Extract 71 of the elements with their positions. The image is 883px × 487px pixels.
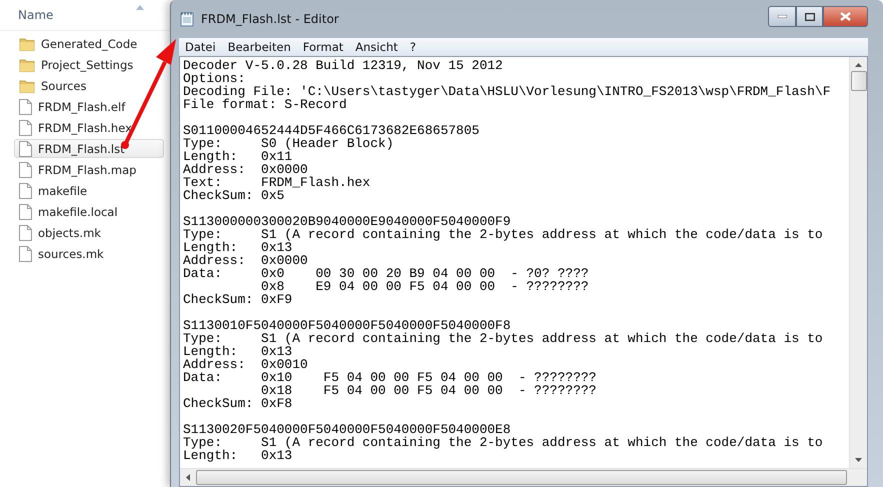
horizontal-scrollbar[interactable] <box>180 468 867 486</box>
text-line: Length: 0x13 <box>183 345 292 358</box>
text-line: Text: FRDM_Flash.hex <box>183 176 372 189</box>
text-line: Address: 0x0000 <box>183 163 308 176</box>
notepad-icon <box>179 11 195 27</box>
text-line: Data: 0x0 00 30 00 20 B9 04 00 00 - ?0? ???? <box>183 267 590 280</box>
file-list-item[interactable]: makefile <box>14 181 164 200</box>
scroll-down-icon <box>855 458 862 462</box>
text-line: Type: S1 (A record containing the 2-bytes address at which the code/data is to <box>183 436 824 449</box>
close-button[interactable] <box>823 6 868 27</box>
text-line: Type: S1 (A record containing the 2-bytes address at which the code/data is to <box>183 228 824 241</box>
file-list-item[interactable]: FRDM_Flash.map <box>14 160 164 179</box>
text-line: Address: 0x0000 <box>183 254 309 267</box>
maximize-button[interactable] <box>796 6 823 27</box>
close-icon <box>840 12 851 21</box>
menu-item[interactable]: Datei <box>179 40 222 54</box>
text-line: S1130010F5040000F5040000F5040000F5040000F8 <box>183 319 511 332</box>
text-line: Type: S0 (Header Block) <box>183 137 395 150</box>
file-icon <box>19 162 32 178</box>
text-line: Length: 0x11 <box>183 150 292 163</box>
text-line: Decoder V-5.0.28 Build 12319, Nov 15 2012 <box>183 59 504 72</box>
scroll-up-icon <box>855 63 862 67</box>
file-icon <box>19 204 32 220</box>
folder-icon <box>19 36 35 50</box>
file-icon <box>19 182 32 198</box>
folder-icon <box>19 78 35 92</box>
menu-item[interactable]: Format <box>296 40 350 54</box>
text-line: CheckSum: 0xF9 <box>183 293 294 306</box>
text-line: Data: 0x10 F5 04 00 00 F5 04 00 00 - ???????? <box>183 371 598 384</box>
menu-item[interactable]: Ansicht <box>349 40 404 54</box>
file-list-item[interactable]: sources.mk <box>14 244 164 263</box>
menu-item[interactable]: ? <box>404 40 422 54</box>
file-icon <box>19 140 32 156</box>
text-line: S01100004652444D5F466C6173682E68657805 <box>183 124 480 137</box>
minimize-button[interactable] <box>768 6 796 27</box>
scroll-thumb[interactable] <box>850 71 866 91</box>
file-list-item[interactable]: Sources <box>14 76 164 95</box>
text-line: 0x8 E9 04 00 00 F5 04 00 00 - ???????? <box>260 280 590 293</box>
file-icon <box>19 246 32 262</box>
file-list-item[interactable]: Generated_Code <box>14 34 164 53</box>
file-icon <box>19 120 32 136</box>
window-title: FRDM_Flash.lst - Editor <box>201 12 340 26</box>
vertical-scrollbar[interactable] <box>849 57 867 468</box>
text-line: Length: 0x13 <box>183 241 292 254</box>
folder-icon <box>19 58 35 72</box>
column-header[interactable]: Name <box>18 8 54 22</box>
scroll-left-icon <box>186 474 190 481</box>
file-list-item[interactable]: objects.mk <box>14 223 164 242</box>
file-icon <box>19 98 32 114</box>
text-line: Decoding File: 'C:\Users\tastyger\Data\HSLU\Vorlesung\INTRO_FS2013\wsp\FRDM_Flash\F <box>183 85 832 98</box>
file-icon <box>19 224 32 240</box>
file-list-item[interactable]: FRDM_Flash.elf <box>14 97 164 116</box>
scroll-thumb[interactable] <box>196 470 847 485</box>
text-line: CheckSum: 0x5 <box>183 189 286 202</box>
text-line: S1130020F5040000F5040000F5040000F5040000E8 <box>183 423 511 436</box>
file-list-item[interactable]: FRDM_Flash.lst <box>14 139 164 158</box>
text-line: S113000000300020B9040000E9040000F5040000F9 <box>183 215 511 228</box>
text-line: CheckSum: 0xF8 <box>183 397 294 410</box>
maximize-icon <box>804 12 814 20</box>
text-line: Type: S1 (A record containing the 2-bytes address at which the code/data is to <box>183 332 824 345</box>
minimize-icon <box>778 15 786 18</box>
menu-item[interactable]: Bearbeiten <box>222 40 297 54</box>
text-line: Length: 0x13 <box>183 449 292 462</box>
file-list-item[interactable]: Project_Settings <box>14 55 164 74</box>
text-line: 0x18 F5 04 00 00 F5 04 00 00 - ???????? <box>260 384 598 397</box>
text-line: File format: S-Record <box>183 98 347 111</box>
text-line: Options: <box>183 72 246 85</box>
file-list-item[interactable]: FRDM_Flash.hex <box>14 118 164 137</box>
sort-caret-icon <box>136 5 144 10</box>
text-line: Address: 0x0010 <box>183 358 309 371</box>
file-list-item[interactable]: makefile.local <box>14 202 164 221</box>
